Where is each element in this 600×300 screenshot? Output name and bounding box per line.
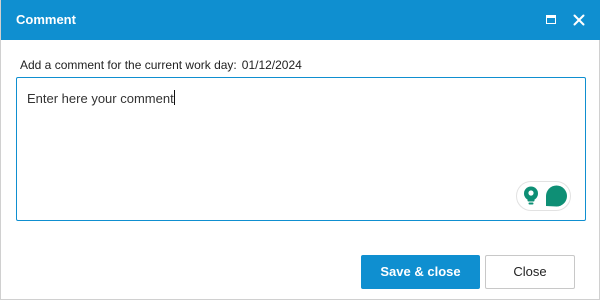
close-button[interactable]: Close xyxy=(485,255,575,289)
maximize-icon xyxy=(546,15,556,24)
work-day-date: 01/12/2024 xyxy=(241,58,302,72)
prompt-label: Add a comment for the current work day: xyxy=(20,58,237,72)
comment-text-line: Enter here your comment xyxy=(27,90,175,106)
close-window-button[interactable] xyxy=(570,11,588,29)
lightbulb-icon xyxy=(524,186,538,205)
comment-textarea[interactable]: Enter here your comment xyxy=(16,77,586,221)
comment-prompt: Add a comment for the current work day: 0… xyxy=(20,58,302,72)
text-caret xyxy=(173,90,175,105)
dialog-titlebar: Comment xyxy=(1,0,600,40)
save-and-close-button[interactable]: Save & close xyxy=(361,255,480,289)
dialog-title: Comment xyxy=(16,12,76,27)
writing-assistant-widget[interactable] xyxy=(516,181,571,211)
maximize-button[interactable] xyxy=(542,11,560,29)
comment-value: Enter here your comment xyxy=(27,91,174,106)
speech-bubble-icon xyxy=(546,185,567,207)
close-icon xyxy=(573,14,585,26)
comment-dialog: Comment Add a comment for the current wo… xyxy=(0,0,600,300)
